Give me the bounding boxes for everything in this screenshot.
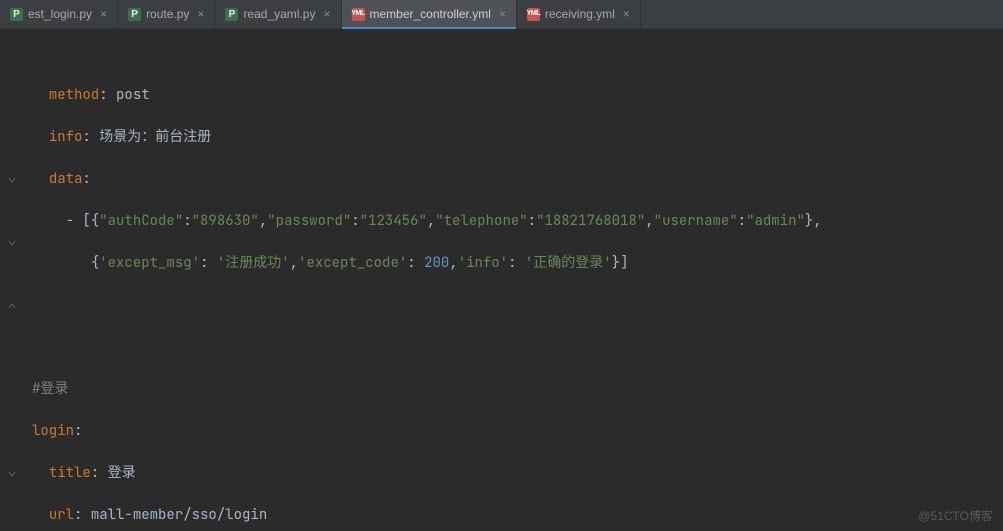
- close-icon[interactable]: ×: [197, 5, 204, 23]
- close-icon[interactable]: ×: [499, 5, 506, 23]
- tab-label: receiving.yml: [545, 5, 615, 23]
- close-icon[interactable]: ×: [623, 5, 630, 23]
- tab-bar: Pest_login.py × Proute.py × Pread_yaml.py ×…: [0, 0, 1003, 29]
- code-line: {'except_msg': '注册成功','except_code': 200…: [26, 253, 1003, 274]
- python-icon: P: [128, 8, 141, 21]
- code-editor[interactable]: method: post info: 场景为：前台注册 data: - [{"a…: [0, 29, 1003, 531]
- tab-est-login[interactable]: Pest_login.py ×: [0, 0, 118, 28]
- tab-read-yaml[interactable]: Pread_yaml.py ×: [215, 0, 341, 28]
- fold-icon[interactable]: [0, 169, 24, 190]
- fold-end-icon[interactable]: [0, 295, 24, 316]
- tab-label: est_login.py: [28, 5, 92, 23]
- tab-member-controller[interactable]: YML member_controller.yml ×: [342, 0, 517, 28]
- yaml-icon: YML: [352, 8, 365, 21]
- code-line: [26, 295, 1003, 316]
- code-line: [26, 337, 1003, 358]
- tab-receiving[interactable]: YML receiving.yml ×: [517, 0, 641, 28]
- close-icon[interactable]: ×: [100, 5, 107, 23]
- fold-icon[interactable]: [0, 463, 24, 484]
- yaml-icon: YML: [527, 8, 540, 21]
- close-icon[interactable]: ×: [323, 5, 330, 23]
- gutter: [0, 43, 24, 531]
- code-line: login:: [26, 421, 1003, 442]
- code-line: - [{"authCode":"898630","password":"1234…: [26, 211, 1003, 232]
- python-icon: P: [225, 8, 238, 21]
- code-line: method: post: [26, 85, 1003, 106]
- fold-icon[interactable]: [0, 232, 24, 253]
- tab-label: route.py: [146, 5, 189, 23]
- code-line: data:: [26, 169, 1003, 190]
- python-icon: P: [10, 8, 23, 21]
- code-line: #登录: [26, 379, 1003, 400]
- code-line: info: 场景为：前台注册: [26, 127, 1003, 148]
- code-line: title: 登录: [26, 463, 1003, 484]
- watermark: @51CTO博客: [918, 507, 993, 525]
- tab-label: read_yaml.py: [243, 5, 315, 23]
- code-line: url: mall-member/sso/login: [26, 505, 1003, 526]
- tab-label: member_controller.yml: [370, 5, 491, 23]
- tab-route[interactable]: Proute.py ×: [118, 0, 215, 28]
